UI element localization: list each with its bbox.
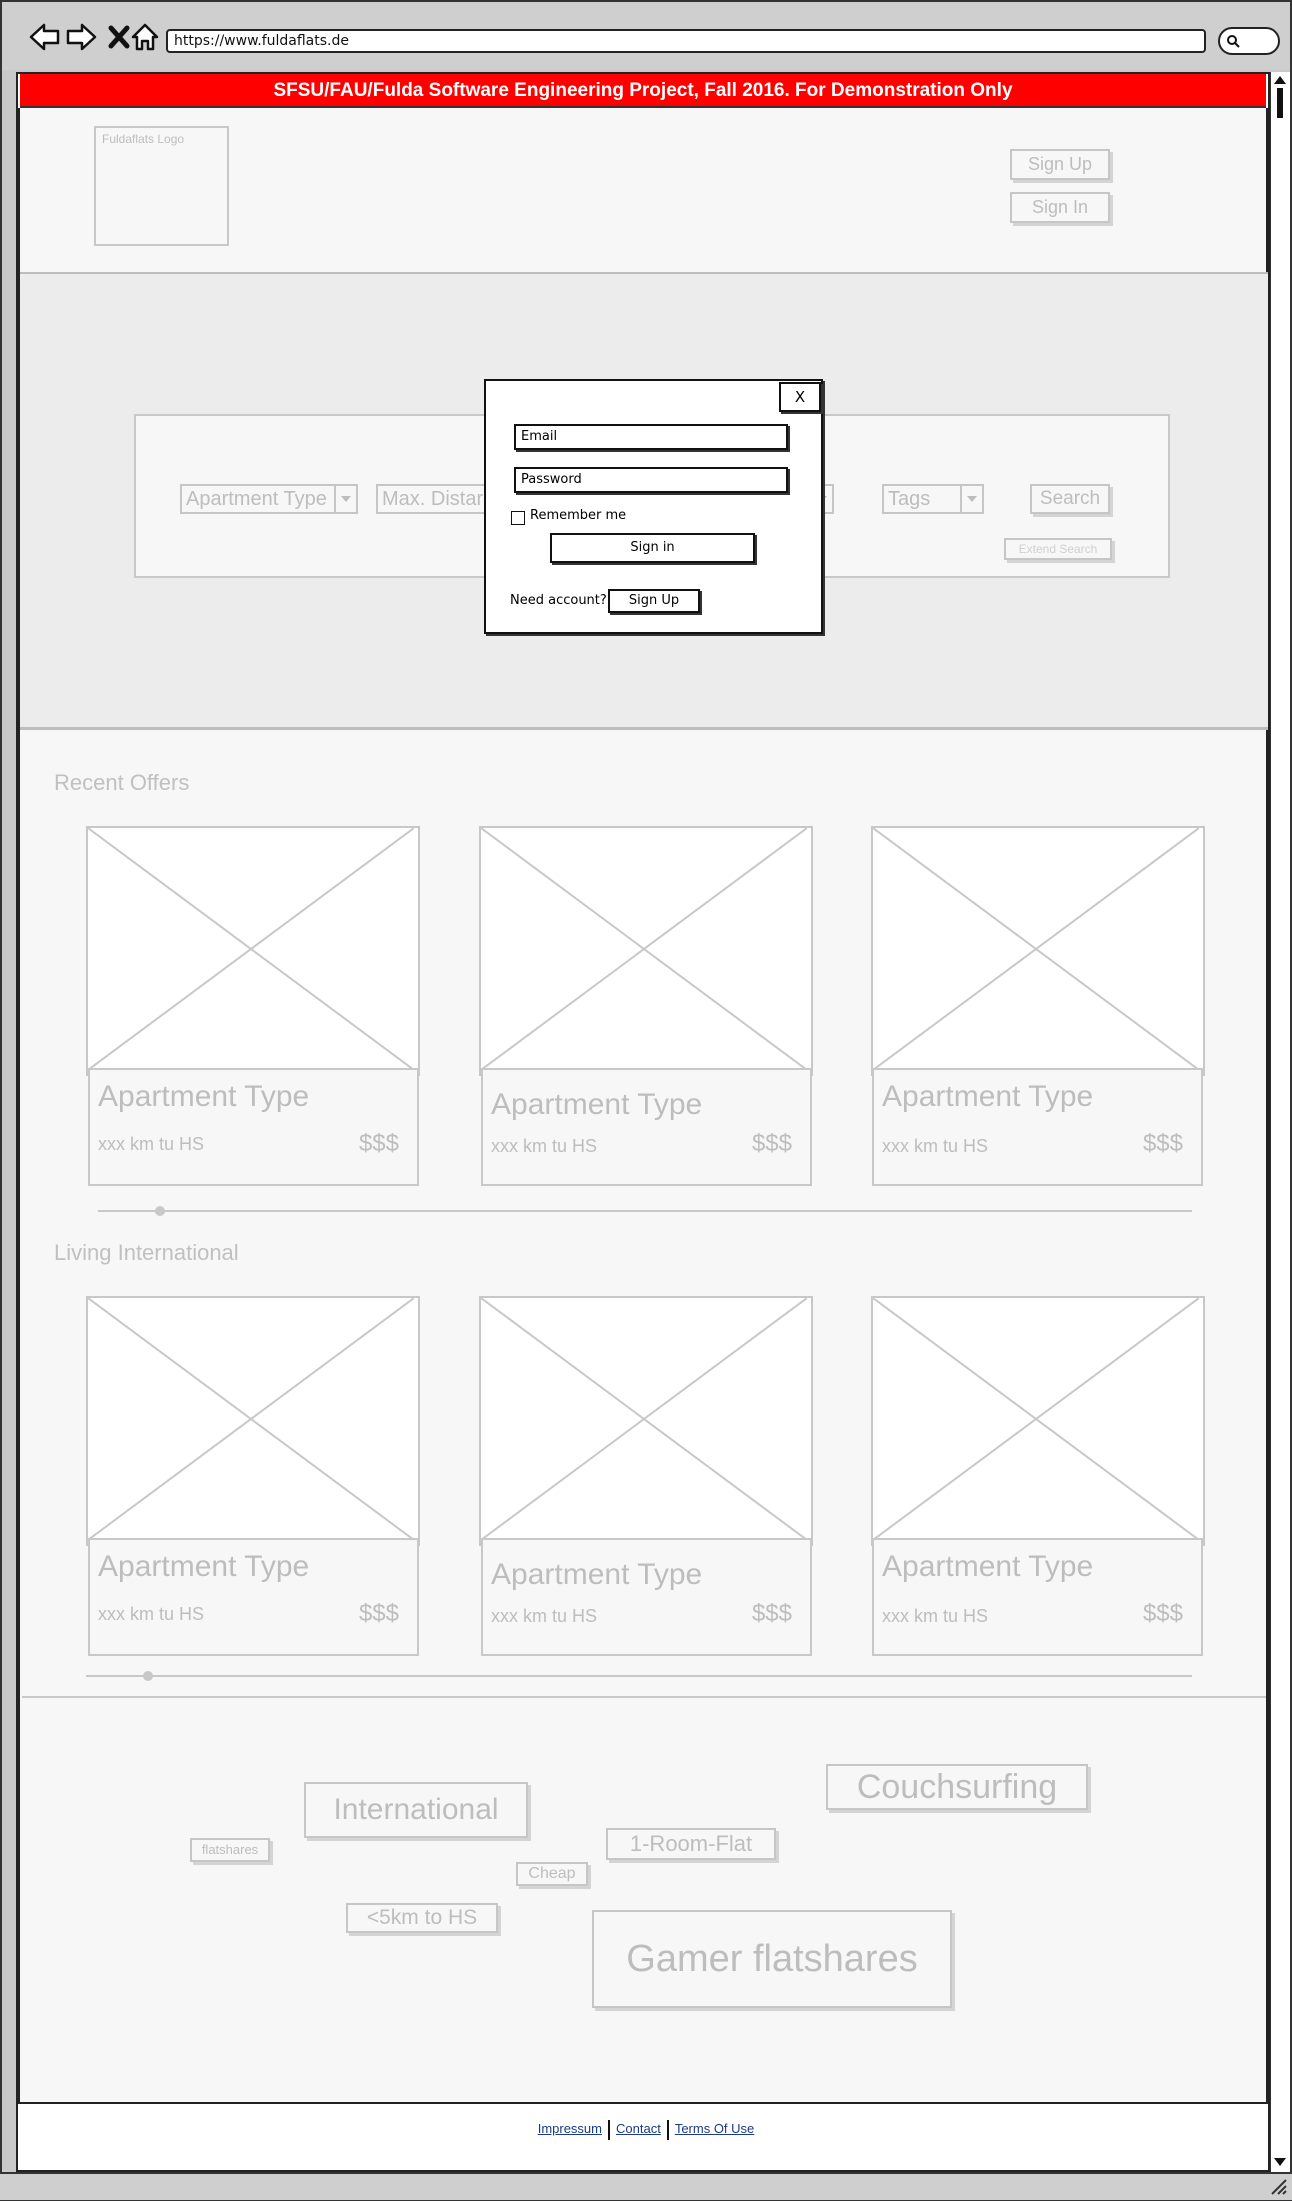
- need-account-label: Need account?: [510, 593, 607, 608]
- listing-type: Apartment Type: [491, 1558, 703, 1591]
- listing-price: $$$: [358, 1130, 399, 1157]
- apartment-type-value: Apartment Type: [186, 488, 327, 510]
- listing-type: Apartment Type: [882, 1550, 1094, 1583]
- listing-image-placeholder[interactable]: [86, 826, 420, 1076]
- recent-carousel-handle[interactable]: [155, 1206, 165, 1216]
- section-divider: [22, 1696, 1266, 1698]
- listing-card[interactable]: Apartment Type xxx km tu HS $$$: [481, 1068, 812, 1186]
- back-arrow-icon[interactable]: [28, 20, 62, 54]
- listing-distance: xxx km tu HS: [882, 1136, 989, 1156]
- listing-image-placeholder[interactable]: [479, 1296, 813, 1546]
- international-carousel-handle[interactable]: [143, 1671, 153, 1681]
- listing-type: Apartment Type: [491, 1088, 703, 1121]
- tag-international[interactable]: International: [304, 1782, 528, 1838]
- image-placeholder-icon: [872, 1297, 1200, 1541]
- living-international-title: Living International: [54, 1240, 239, 1265]
- listing-card[interactable]: Apartment Type xxx km tu HS $$$: [88, 1538, 419, 1656]
- chevron-down-icon: [960, 486, 982, 512]
- listing-distance: xxx km tu HS: [491, 1136, 598, 1156]
- image-placeholder-icon: [480, 827, 808, 1071]
- header-signin-button[interactable]: Sign In: [1010, 192, 1110, 223]
- signin-modal: X Email Password Remember me Sign in Nee…: [484, 379, 823, 634]
- listing-price: $$$: [751, 1130, 792, 1157]
- impressum-link[interactable]: Impressum: [532, 2121, 608, 2136]
- image-placeholder-icon: [872, 827, 1200, 1071]
- status-bar: [0, 2172, 1292, 2200]
- listing-image-placeholder[interactable]: [479, 826, 813, 1076]
- password-field[interactable]: Password: [514, 467, 788, 493]
- image-placeholder-icon: [480, 1297, 808, 1541]
- contact-link[interactable]: Contact: [610, 2121, 667, 2136]
- tags-dropdown[interactable]: Tags: [882, 484, 984, 514]
- listing-distance: xxx km tu HS: [491, 1606, 598, 1626]
- email-field[interactable]: Email: [514, 424, 788, 450]
- listing-card[interactable]: Apartment Type xxx km tu HS $$$: [88, 1068, 419, 1186]
- image-placeholder-icon: [87, 1297, 415, 1541]
- extend-search-button[interactable]: Extend Search: [1004, 538, 1112, 560]
- scroll-thumb[interactable]: [1277, 88, 1283, 118]
- listing-type: Apartment Type: [98, 1080, 310, 1113]
- listing-card[interactable]: Apartment Type xxx km tu HS $$$: [481, 1538, 812, 1656]
- tag-gamer-flatshares[interactable]: Gamer flatshares: [592, 1910, 952, 2008]
- remember-me-label: Remember me: [530, 508, 627, 523]
- max-distance-value: Max. Distar: [382, 488, 484, 510]
- listing-type: Apartment Type: [98, 1550, 310, 1583]
- home-icon[interactable]: [128, 20, 162, 54]
- listing-image-placeholder[interactable]: [871, 1296, 1205, 1546]
- tag-flatshares[interactable]: flatshares: [190, 1838, 270, 1862]
- recent-carousel-scrollbar[interactable]: [98, 1210, 1192, 1212]
- chevron-down-icon: [334, 486, 356, 512]
- modal-signup-button[interactable]: Sign Up: [608, 589, 700, 613]
- recent-offers-title: Recent Offers: [54, 770, 190, 795]
- listing-price: $$$: [751, 1600, 792, 1627]
- demo-banner: SFSU/FAU/Fulda Software Engineering Proj…: [20, 74, 1266, 108]
- logo-label: Fuldaflats Logo: [102, 132, 185, 146]
- signin-submit-button[interactable]: Sign in: [550, 533, 755, 563]
- scroll-up-icon[interactable]: [1274, 76, 1286, 84]
- max-distance-dropdown[interactable]: Max. Distar: [376, 484, 496, 514]
- listing-distance: xxx km tu HS: [882, 1606, 989, 1626]
- footer-links: Impressum Contact Terms Of Use: [0, 2120, 1292, 2150]
- vertical-scrollbar[interactable]: [1270, 72, 1290, 2172]
- forward-arrow-icon[interactable]: [64, 20, 98, 54]
- tag-near-campus[interactable]: <5km to HS: [346, 1903, 498, 1933]
- image-placeholder-icon: [87, 827, 415, 1071]
- listing-price: $$$: [1142, 1600, 1183, 1627]
- terms-link[interactable]: Terms Of Use: [669, 2121, 760, 2136]
- search-icon: [1227, 35, 1240, 48]
- resize-grip-icon[interactable]: [1270, 2178, 1288, 2196]
- url-input[interactable]: https://www.fuldaflats.de: [166, 29, 1206, 53]
- tag-couchsurfing[interactable]: Couchsurfing: [826, 1764, 1088, 1810]
- listing-distance: xxx km tu HS: [98, 1134, 205, 1154]
- listing-type: Apartment Type: [882, 1080, 1094, 1113]
- header-signup-button[interactable]: Sign Up: [1010, 149, 1110, 180]
- remember-me-checkbox[interactable]: [511, 511, 525, 525]
- search-button[interactable]: Search: [1030, 484, 1110, 514]
- browser-search-field[interactable]: [1218, 27, 1280, 55]
- listing-card[interactable]: Apartment Type xxx km tu HS $$$: [872, 1538, 1203, 1656]
- scroll-down-icon[interactable]: [1274, 2158, 1286, 2166]
- international-carousel-scrollbar[interactable]: [86, 1675, 1192, 1677]
- close-button[interactable]: X: [779, 382, 821, 412]
- listing-distance: xxx km tu HS: [98, 1604, 205, 1624]
- listing-image-placeholder[interactable]: [86, 1296, 420, 1546]
- tag-one-room-flat[interactable]: 1-Room-Flat: [606, 1828, 776, 1860]
- tags-value: Tags: [888, 488, 931, 510]
- listing-card[interactable]: Apartment Type xxx km tu HS $$$: [872, 1068, 1203, 1186]
- apartment-type-dropdown[interactable]: Apartment Type: [180, 484, 358, 514]
- listing-image-placeholder[interactable]: [871, 826, 1205, 1076]
- tag-cheap[interactable]: Cheap: [516, 1862, 588, 1886]
- listing-price: $$$: [1142, 1130, 1183, 1157]
- listing-price: $$$: [358, 1600, 399, 1627]
- logo-placeholder: Fuldaflats Logo: [94, 126, 229, 246]
